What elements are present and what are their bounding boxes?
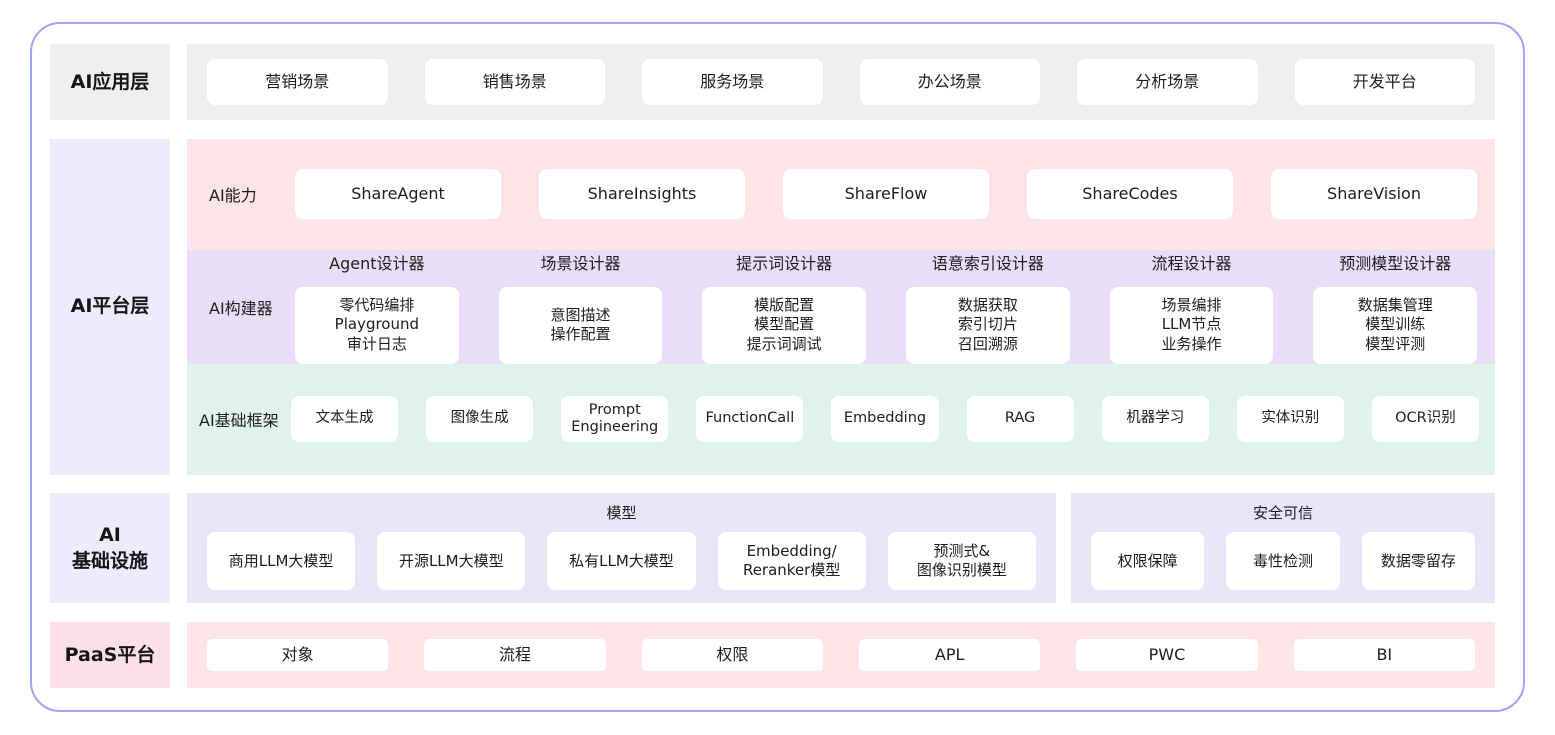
designer-column: Agent设计器 零代码编排 Playground 审计日志 [295, 250, 459, 364]
capability-boxes: ShareAgent ShareInsights ShareFlow Share… [295, 169, 1477, 219]
app-scenario-box: 营销场景 [207, 59, 388, 105]
framework-box: OCR识别 [1372, 396, 1479, 442]
capability-band-label: AI能力 [209, 182, 295, 206]
ai-capability-band: AI能力 ShareAgent ShareInsights ShareFlow … [187, 139, 1495, 250]
layer-label-paas: PaaS平台 [50, 622, 170, 688]
designer-feature-box: 模版配置 模型配置 提示词调试 [702, 287, 866, 364]
framework-box: Embedding [831, 396, 938, 442]
framework-box: 图像生成 [426, 396, 533, 442]
ai-builder-band: AI构建器 Agent设计器 零代码编排 Playground 审计日志 场景设… [187, 250, 1495, 364]
designer-column: 语意索引设计器 数据获取 索引切片 召回溯源 [906, 250, 1070, 364]
paas-box: 权限 [642, 639, 823, 671]
designer-feature-box: 场景编排 LLM节点 业务操作 [1110, 287, 1274, 364]
app-scenario-box: 开发平台 [1295, 59, 1476, 105]
capability-box: ShareInsights [539, 169, 745, 219]
row-paas-platform: PaaS平台 对象 流程 权限 APL PWC BI [50, 622, 1495, 688]
capability-box: ShareVision [1271, 169, 1477, 219]
designer-column: 流程设计器 场景编排 LLM节点 业务操作 [1110, 250, 1274, 364]
designer-feature-box: 意图描述 操作配置 [499, 287, 663, 364]
framework-box: Prompt Engineering [561, 396, 668, 442]
designer-column: 提示词设计器 模版配置 模型配置 提示词调试 [702, 250, 866, 364]
model-box: 私有LLM大模型 [547, 532, 695, 590]
model-group-title: 模型 [207, 502, 1036, 523]
infrastructure-groups: 模型 商用LLM大模型 开源LLM大模型 私有LLM大模型 Embedding/… [187, 493, 1495, 603]
row-ai-platform-layer: AI平台层 AI能力 ShareAgent ShareInsights Shar… [50, 139, 1495, 475]
model-group: 模型 商用LLM大模型 开源LLM大模型 私有LLM大模型 Embedding/… [187, 493, 1056, 603]
security-group-title: 安全可信 [1091, 502, 1475, 523]
paas-box: APL [859, 639, 1040, 671]
designer-title: 预测模型设计器 [1339, 250, 1451, 274]
capability-box: ShareAgent [295, 169, 501, 219]
app-scenario-box: 办公场景 [860, 59, 1041, 105]
designer-title: Agent设计器 [329, 250, 424, 274]
app-scenario-box: 服务场景 [642, 59, 823, 105]
paas-box: PWC [1076, 639, 1257, 671]
paas-band: 对象 流程 权限 APL PWC BI [187, 622, 1495, 688]
framework-box: FunctionCall [696, 396, 803, 442]
framework-box: 机器学习 [1102, 396, 1209, 442]
framework-box: 文本生成 [291, 396, 398, 442]
designer-title: 语意索引设计器 [932, 250, 1044, 274]
paas-boxes: 对象 流程 权限 APL PWC BI [207, 639, 1475, 671]
paas-box: BI [1294, 639, 1475, 671]
builder-band-label: AI构建器 [209, 295, 295, 319]
framework-box: 实体识别 [1237, 396, 1344, 442]
designer-feature-box: 数据获取 索引切片 召回溯源 [906, 287, 1070, 364]
app-scenario-box: 分析场景 [1077, 59, 1258, 105]
designer-column: 预测模型设计器 数据集管理 模型训练 模型评测 [1313, 250, 1477, 364]
model-box: Embedding/ Reranker模型 [718, 532, 866, 590]
row-ai-application-layer: AI应用层 营销场景 销售场景 服务场景 办公场景 分析场景 开发平台 [50, 44, 1495, 120]
framework-box: RAG [967, 396, 1074, 442]
security-box: 数据零留存 [1362, 532, 1475, 590]
framework-boxes: 文本生成 图像生成 Prompt Engineering FunctionCal… [291, 396, 1479, 442]
layer-label-ai-platform: AI平台层 [50, 139, 170, 475]
model-boxes: 商用LLM大模型 开源LLM大模型 私有LLM大模型 Embedding/ Re… [207, 532, 1036, 590]
app-scenario-box: 销售场景 [425, 59, 606, 105]
model-box: 预测式& 图像识别模型 [888, 532, 1036, 590]
paas-box: 流程 [424, 639, 605, 671]
architecture-diagram: AI应用层 营销场景 销售场景 服务场景 办公场景 分析场景 开发平台 AI平 [30, 22, 1525, 712]
layer-label-ai-application: AI应用层 [50, 44, 170, 120]
framework-band-label: AI基础框架 [199, 407, 291, 431]
security-box: 毒性检测 [1226, 532, 1339, 590]
designer-feature-box: 数据集管理 模型训练 模型评测 [1313, 287, 1477, 364]
row-ai-infrastructure: AI 基础设施 模型 商用LLM大模型 开源LLM大模型 私有LLM大模型 Em… [50, 493, 1495, 603]
designer-title: 流程设计器 [1152, 250, 1232, 274]
layer-label-ai-infrastructure: AI 基础设施 [50, 493, 170, 603]
ai-platform-stack: AI能力 ShareAgent ShareInsights ShareFlow … [187, 139, 1495, 475]
model-box: 开源LLM大模型 [377, 532, 525, 590]
security-boxes: 权限保障 毒性检测 数据零留存 [1091, 532, 1475, 590]
designer-column: 场景设计器 意图描述 操作配置 [499, 250, 663, 364]
capability-box: ShareCodes [1027, 169, 1233, 219]
capability-box: ShareFlow [783, 169, 989, 219]
security-group: 安全可信 权限保障 毒性检测 数据零留存 [1071, 493, 1495, 603]
designer-feature-box: 零代码编排 Playground 审计日志 [295, 287, 459, 364]
security-box: 权限保障 [1091, 532, 1204, 590]
ai-application-band: 营销场景 销售场景 服务场景 办公场景 分析场景 开发平台 [187, 44, 1495, 120]
ai-framework-band: AI基础框架 文本生成 图像生成 Prompt Engineering Func… [187, 364, 1495, 475]
builder-designer-columns: Agent设计器 零代码编排 Playground 审计日志 场景设计器 意图描… [295, 250, 1477, 364]
app-scenario-boxes: 营销场景 销售场景 服务场景 办公场景 分析场景 开发平台 [207, 59, 1475, 105]
designer-title: 提示词设计器 [736, 250, 832, 274]
model-box: 商用LLM大模型 [207, 532, 355, 590]
paas-box: 对象 [207, 639, 388, 671]
designer-title: 场景设计器 [541, 250, 621, 274]
